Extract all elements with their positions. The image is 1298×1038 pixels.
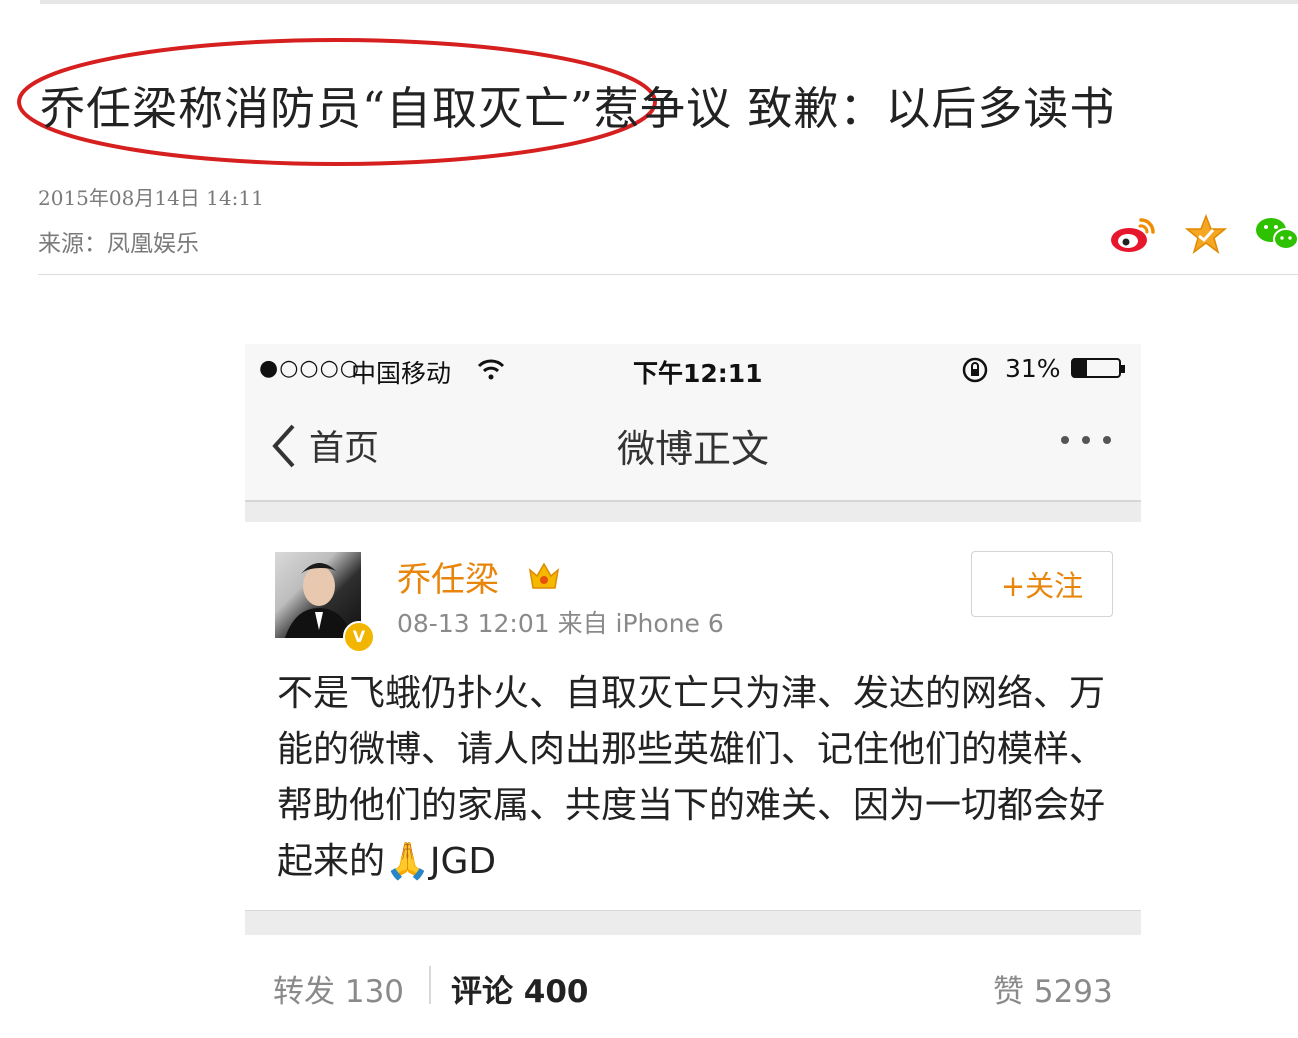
verified-badge-icon: V — [343, 621, 375, 653]
more-options-icon[interactable] — [1061, 436, 1111, 444]
comment-button[interactable]: 评论 400 — [451, 966, 589, 1011]
bottom-edge — [0, 1030, 1298, 1038]
post-time-source: 08-13 12:01 来自 iPhone 6 — [397, 609, 724, 638]
rotation-lock-icon — [962, 357, 988, 383]
battery-fill — [1073, 360, 1088, 376]
article-date: 2015年08月14日 14:11 — [38, 186, 264, 210]
nav-bar: 首页 微博正文 — [245, 396, 1141, 502]
like-button[interactable]: 赞 5293 — [993, 966, 1113, 1011]
battery-percent: 31% — [1005, 354, 1061, 383]
clock: 下午12:11 — [633, 359, 763, 388]
action-divider — [429, 966, 431, 1004]
meta-divider — [38, 274, 1298, 275]
section-separator — [245, 502, 1141, 522]
signal-strength: ●○○○○ — [259, 356, 360, 381]
battery-icon — [1071, 358, 1125, 378]
weibo-icon — [1111, 218, 1155, 252]
weibo-screenshot: ●○○○○ 中国移动 下午12:11 31% 首页 微博正文 V 乔任梁 08-… — [245, 344, 1141, 1038]
carrier-name: 中国移动 — [351, 359, 452, 388]
wifi-icon — [477, 359, 505, 380]
status-bar: ●○○○○ 中国移动 下午12:11 31% — [245, 344, 1141, 396]
action-bar: 转发 130 评论 400 赞 5293 — [245, 934, 1141, 1038]
wechat-share-button[interactable] — [1254, 212, 1298, 256]
follow-button[interactable]: +关注 — [971, 551, 1113, 617]
weibo-share-button[interactable] — [1108, 212, 1158, 256]
article-headline: 乔任梁称消防员“自取灭亡”惹争议 致歉：以后多读书 — [40, 82, 1116, 135]
article-source: 来源：凤凰娱乐 — [38, 231, 199, 257]
nav-title: 微博正文 — [616, 427, 769, 471]
vip-crown-icon — [528, 562, 560, 589]
action-separator — [245, 910, 1141, 935]
wechat-icon — [1256, 218, 1298, 250]
star-icon — [1185, 214, 1227, 254]
favorite-button[interactable] — [1182, 212, 1230, 256]
top-border — [40, 0, 1298, 4]
repost-button[interactable]: 转发 130 — [273, 966, 404, 1011]
user-name[interactable]: 乔任梁 — [397, 552, 499, 601]
post-body: 不是飞蛾仍扑火、自取灭亡只为津、发达的网络、万能的微博、请人肉出那些英雄们、记住… — [277, 673, 1106, 882]
